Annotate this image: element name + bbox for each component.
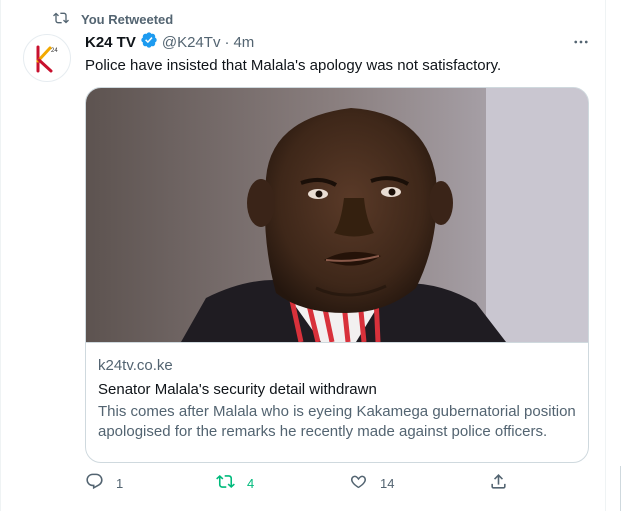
heart-icon [349, 472, 368, 494]
scrollbar-edge [620, 466, 636, 511]
retweet-button[interactable]: 4 [216, 472, 254, 494]
reply-icon [85, 472, 104, 494]
retweet-count: 4 [247, 475, 255, 491]
tweet-article[interactable]: You Retweeted 24 K24 TV @K24Tv · 4m Poli… [0, 0, 606, 511]
retweet-icon [53, 10, 69, 29]
tweet-text: Police have insisted that Malala's apolo… [85, 57, 502, 74]
card-image[interactable] [86, 88, 588, 343]
card-title: Senator Malala's security detail withdra… [98, 381, 377, 398]
link-card[interactable]: k24tv.co.ke Senator Malala's security de… [85, 87, 589, 463]
retweet-action-icon [216, 472, 235, 494]
reply-button[interactable]: 1 [85, 472, 123, 494]
like-button[interactable]: 14 [349, 472, 394, 494]
retweet-context-label[interactable]: You Retweeted [81, 12, 173, 27]
card-body[interactable]: k24tv.co.ke Senator Malala's security de… [98, 356, 578, 442]
more-options-icon[interactable] [569, 32, 593, 52]
share-icon [489, 472, 508, 494]
tweet-header: K24 TV @K24Tv · 4m [85, 32, 254, 52]
avatar[interactable]: 24 [23, 34, 71, 82]
separator: · [224, 33, 230, 51]
social-context: You Retweeted [53, 10, 173, 28]
author-handle[interactable]: @K24Tv [162, 34, 221, 51]
like-count: 14 [380, 475, 395, 491]
share-button[interactable] [489, 472, 508, 494]
card-description: This comes after Malala who is eyeing Ka… [98, 403, 576, 440]
card-domain: k24tv.co.ke [98, 357, 173, 374]
timestamp[interactable]: 4m [233, 34, 254, 51]
author-name[interactable]: K24 TV [85, 34, 136, 51]
reply-count: 1 [116, 475, 124, 491]
avatar-mark: 24 [51, 48, 58, 54]
verified-badge-icon [140, 31, 158, 53]
tweet-actions: 1 4 14 [85, 472, 515, 494]
